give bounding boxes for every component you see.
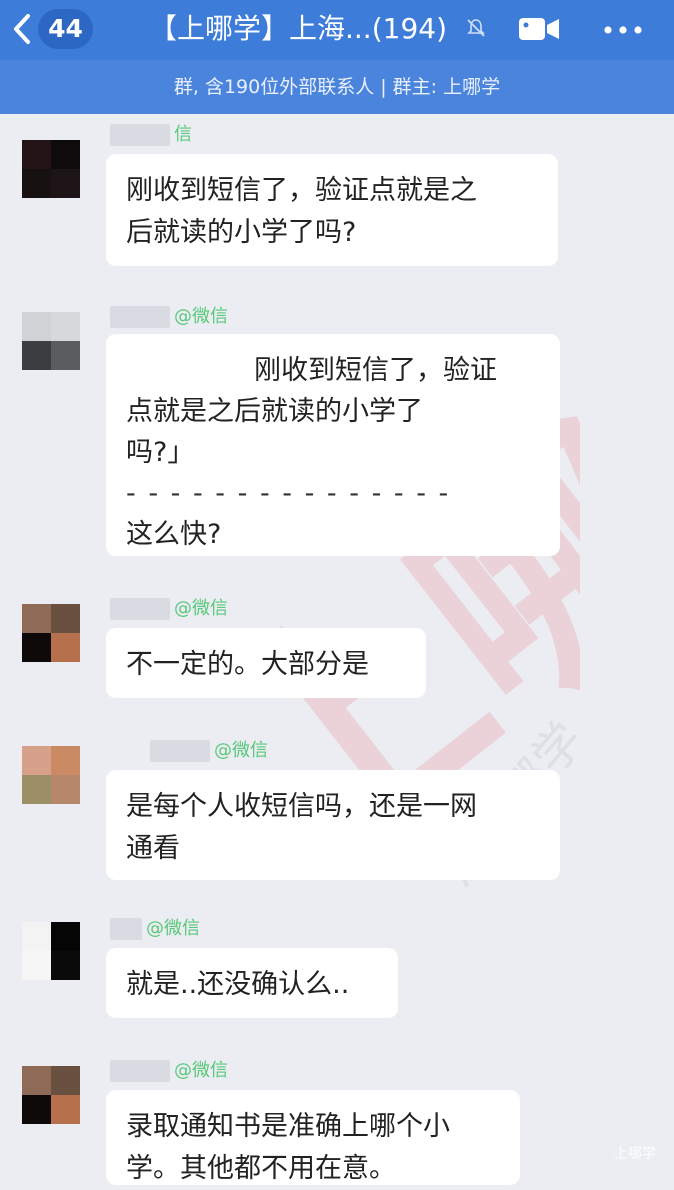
message-line: 学。其他都不用在意。 <box>126 1153 396 1184</box>
blurred-name <box>110 918 142 940</box>
bell-muted-icon <box>467 19 485 37</box>
chat-header: 44 【上哪学】上海...(194) <box>0 0 674 60</box>
message-bubble[interactable]: 刚收到短信了，验证点就是之 后就读的小学了吗? <box>106 154 558 266</box>
message-bubble[interactable]: 是每个人收短信吗，还是一网 通看 <box>106 770 560 880</box>
chevron-left-icon[interactable] <box>10 12 34 46</box>
avatar[interactable] <box>22 922 80 980</box>
message-line: 录取通知书是准确上哪个小 <box>126 1111 450 1142</box>
message-line: 刚收到短信了，验证点就是之 <box>126 175 477 206</box>
sender-name: 信 <box>110 122 192 148</box>
unread-count-badge[interactable]: 44 <box>38 9 93 49</box>
avatar[interactable] <box>22 604 80 662</box>
message-line: 通看 <box>126 833 180 864</box>
message-3: @微信 不一定的。大部分是 <box>0 594 674 704</box>
quote-divider: - - - - - - - - - - - - - - - <box>126 478 451 509</box>
avatar[interactable] <box>22 746 80 804</box>
message-bubble[interactable]: 录取通知书是准确上哪个小 学。其他都不用在意。 <box>106 1090 520 1185</box>
corner-watermark: 上哪学 <box>614 1146 656 1162</box>
sender-name: @微信 <box>110 916 200 942</box>
avatar[interactable] <box>22 1066 80 1124</box>
blurred-name <box>110 1060 170 1082</box>
message-line: 吗?」 <box>126 437 195 468</box>
message-line: 不一定的。大部分是 <box>126 649 369 680</box>
message-bubble[interactable]: 不一定的。大部分是 <box>106 628 426 698</box>
message-5: @微信 就是..还没确认么.. <box>0 912 674 1024</box>
chat-title[interactable]: 【上哪学】上海...(194) <box>118 9 478 49</box>
more-dots-icon[interactable] <box>604 26 642 34</box>
message-line: 是每个人收短信吗，还是一网 <box>126 791 477 822</box>
message-line: 就是..还没确认么.. <box>126 969 350 1000</box>
sender-name: @微信 <box>110 596 228 622</box>
message-4: @微信 是每个人收短信吗，还是一网 通看 <box>0 736 674 886</box>
message-2: @微信 刚收到短信了，验证 点就是之后就读的小学了 吗?」 - - - - - … <box>0 300 674 570</box>
avatar[interactable] <box>22 312 80 370</box>
avatar[interactable] <box>22 140 80 198</box>
message-6: @微信 录取通知书是准确上哪个小 学。其他都不用在意。 <box>0 1056 674 1185</box>
blurred-name <box>110 124 170 146</box>
blurred-name <box>150 740 210 762</box>
message-line: 后就读的小学了吗? <box>126 217 357 248</box>
video-call-icon[interactable] <box>518 16 560 42</box>
message-line: 刚收到短信了，验证 <box>254 355 497 386</box>
message-1: 信 刚收到短信了，验证点就是之 后就读的小学了吗? <box>0 114 674 274</box>
sender-name: @微信 <box>150 738 268 764</box>
message-line: 点就是之后就读的小学了 <box>126 396 423 427</box>
group-info-bar[interactable]: 群, 含190位外部联系人 | 群主: 上哪学 <box>0 60 674 114</box>
message-bubble[interactable]: 就是..还没确认么.. <box>106 948 398 1018</box>
message-line: 这么快? <box>126 519 222 550</box>
blurred-name <box>110 306 170 328</box>
sender-name: @微信 <box>110 1058 228 1084</box>
blurred-name <box>110 598 170 620</box>
sender-name: @微信 <box>110 304 228 330</box>
message-bubble[interactable]: 刚收到短信了，验证 点就是之后就读的小学了 吗?」 - - - - - - - … <box>106 334 560 556</box>
